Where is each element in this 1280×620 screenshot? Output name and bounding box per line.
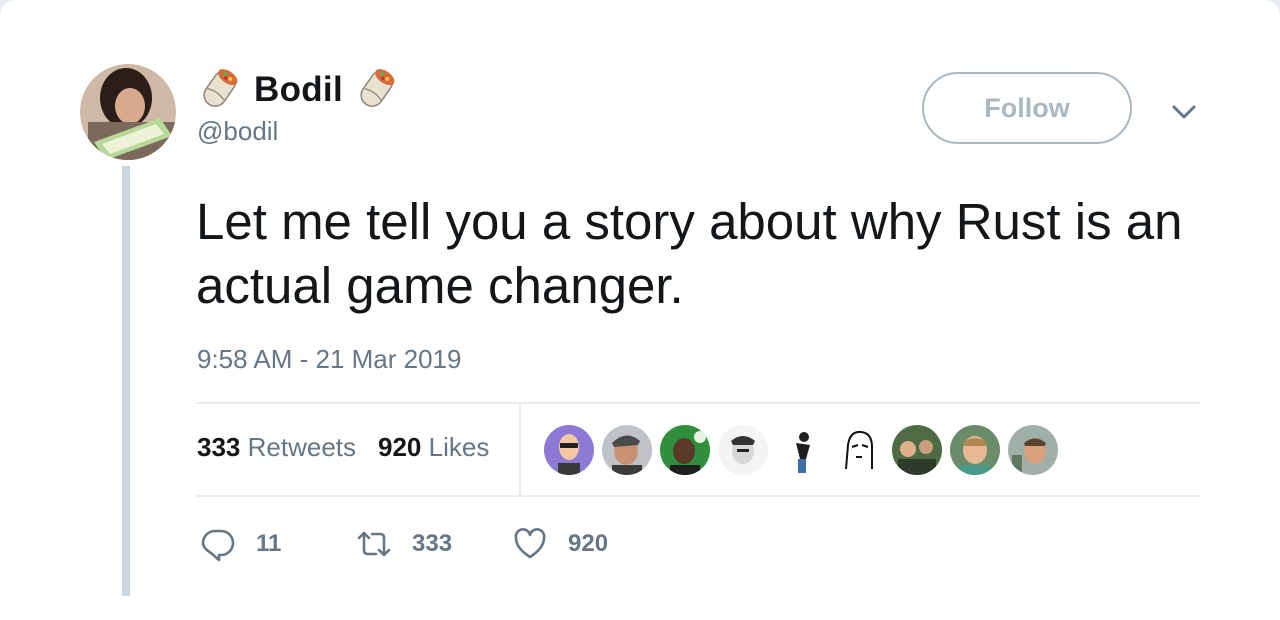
retweet-icon (357, 531, 391, 557)
reply-count: 11 (256, 530, 282, 557)
tweet-timestamp[interactable]: 9:58 AM - 21 Mar 2019 (197, 344, 461, 375)
divider-top (196, 402, 1200, 404)
follow-button[interactable]: Follow (922, 72, 1132, 144)
liker-avatar[interactable] (718, 425, 768, 475)
liker-avatar[interactable] (950, 425, 1000, 475)
retweets-stat-label: Retweets (247, 432, 357, 462)
liker-avatar[interactable] (660, 425, 710, 475)
tweet-stats: 333 Retweets 920 Likes (197, 432, 511, 463)
liker-avatar[interactable] (776, 425, 826, 475)
author-handle[interactable]: @bodil (197, 116, 278, 147)
likers-avatars (544, 425, 1066, 475)
author-name-row[interactable]: Bodil (196, 62, 401, 118)
author-display-name[interactable]: Bodil (254, 70, 343, 110)
tweet-text: Let me tell you a story about why Rust i… (196, 193, 1183, 314)
liker-avatar[interactable] (892, 425, 942, 475)
like-button[interactable]: 920 (512, 526, 628, 562)
retweets-stat-count: 333 (197, 432, 241, 462)
thread-line (122, 166, 130, 596)
like-count: 920 (568, 530, 609, 557)
burrito-icon (196, 66, 244, 114)
stats-divider (519, 404, 521, 496)
liker-avatar[interactable] (602, 425, 652, 475)
likes-stat-count: 920 (378, 432, 422, 462)
burrito-icon (353, 66, 401, 114)
heart-icon (514, 528, 546, 559)
author-avatar[interactable] (80, 64, 176, 160)
liker-avatar[interactable] (544, 425, 594, 475)
tweet-card: Bodil @bodil Follow Let me tell you a st… (0, 0, 1280, 620)
retweets-stat[interactable]: 333 Retweets (197, 432, 356, 463)
liker-avatar[interactable] (834, 425, 884, 475)
chevron-down-icon[interactable] (1166, 96, 1202, 126)
likes-stat[interactable]: 920 Likes (378, 432, 489, 463)
retweet-button[interactable]: 333 (356, 526, 472, 562)
reply-button[interactable]: 11 (200, 526, 316, 562)
reply-icon (201, 529, 235, 562)
retweet-count: 333 (412, 530, 453, 557)
likes-stat-label: Likes (428, 432, 490, 462)
divider-bottom (196, 495, 1200, 497)
tweet-actions: 11 333 920 (200, 526, 668, 562)
liker-avatar[interactable] (1008, 425, 1058, 475)
